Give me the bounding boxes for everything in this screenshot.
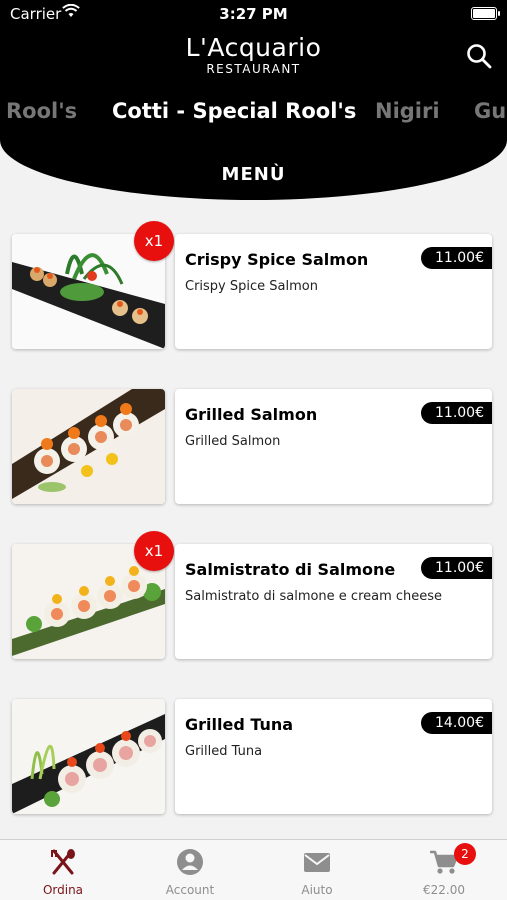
mail-icon bbox=[302, 848, 332, 876]
account-icon bbox=[175, 848, 205, 876]
dish-description: Grilled Salmon bbox=[185, 434, 281, 449]
menu-item[interactable]: x1 Crispy Spice Salmon Crispy Spice Salm… bbox=[12, 221, 492, 349]
price-tag: 11.00€ bbox=[421, 557, 492, 579]
tab-label: Account bbox=[165, 883, 215, 897]
price-tag: 11.00€ bbox=[421, 247, 492, 269]
dish-name: Crispy Spice Salmon bbox=[185, 250, 369, 269]
tab-cart[interactable]: 2 €22.00 bbox=[381, 840, 507, 900]
dish-card[interactable]: Crispy Spice Salmon Crispy Spice Salmon … bbox=[175, 234, 492, 349]
dish-photo bbox=[12, 389, 165, 504]
quantity-badge: x1 bbox=[134, 531, 174, 571]
tab-aiuto[interactable]: Aiuto bbox=[254, 840, 380, 900]
category-tab-nigiri[interactable]: Nigiri bbox=[375, 99, 440, 123]
dish-card[interactable]: Salmistrato di Salmone Salmistrato di sa… bbox=[175, 544, 492, 659]
menu-item[interactable]: Grilled Salmon Grilled Salmon 11.00€ bbox=[12, 389, 492, 504]
tab-label: Aiuto bbox=[301, 883, 333, 897]
tab-ordina[interactable]: Ordina bbox=[0, 840, 126, 900]
cart-count-badge: 2 bbox=[454, 843, 476, 865]
dish-description: Salmistrato di salmone e cream cheese bbox=[185, 589, 443, 604]
dish-description: Crispy Spice Salmon bbox=[185, 279, 318, 294]
dish-name: Grilled Salmon bbox=[185, 405, 318, 424]
search-icon[interactable] bbox=[466, 43, 492, 69]
menu-item[interactable]: x1 Salmistrato di Salmone Salmistrato di… bbox=[12, 531, 492, 659]
tab-label: €22.00 bbox=[423, 883, 465, 897]
category-tabs: Rool's Cotti - Special Rool's Nigiri Gu bbox=[0, 96, 507, 132]
tab-bar: Ordina Account Aiuto 2 €22.00 bbox=[0, 839, 507, 900]
category-tab-cotti-special-rools[interactable]: Cotti - Special Rool's bbox=[112, 99, 356, 123]
tab-account[interactable]: Account bbox=[127, 840, 253, 900]
dish-description: Grilled Tuna bbox=[185, 744, 263, 759]
brand-subtitle: RESTAURANT bbox=[206, 62, 301, 76]
menu-title: MENÙ bbox=[221, 164, 286, 185]
status-bar: Carrier 3:27 PM bbox=[0, 0, 507, 28]
category-tab-rools[interactable]: Rool's bbox=[6, 99, 77, 123]
clock: 3:27 PM bbox=[219, 5, 288, 23]
price-tag: 14.00€ bbox=[421, 712, 492, 734]
quantity-badge: x1 bbox=[134, 221, 174, 261]
dish-name: Grilled Tuna bbox=[185, 715, 294, 734]
dish-card[interactable]: Grilled Tuna Grilled Tuna 14.00€ bbox=[175, 699, 492, 814]
dish-name: Salmistrato di Salmone bbox=[185, 560, 396, 579]
tab-label: Ordina bbox=[42, 883, 84, 897]
brand-logo: L'Acquario RESTAURANT bbox=[0, 33, 507, 77]
brand-name: L'Acquario bbox=[185, 33, 322, 62]
dish-card[interactable]: Grilled Salmon Grilled Salmon 11.00€ bbox=[175, 389, 492, 504]
cutlery-icon bbox=[48, 848, 78, 876]
header: Carrier 3:27 PM L'Acquario RESTAURANT Ro… bbox=[0, 0, 507, 200]
menu-item[interactable]: Grilled Tuna Grilled Tuna 14.00€ bbox=[12, 699, 492, 814]
battery-icon bbox=[471, 7, 500, 20]
price-tag: 11.00€ bbox=[421, 402, 492, 424]
category-tab-gu[interactable]: Gu bbox=[474, 99, 506, 123]
dish-photo bbox=[12, 699, 165, 814]
